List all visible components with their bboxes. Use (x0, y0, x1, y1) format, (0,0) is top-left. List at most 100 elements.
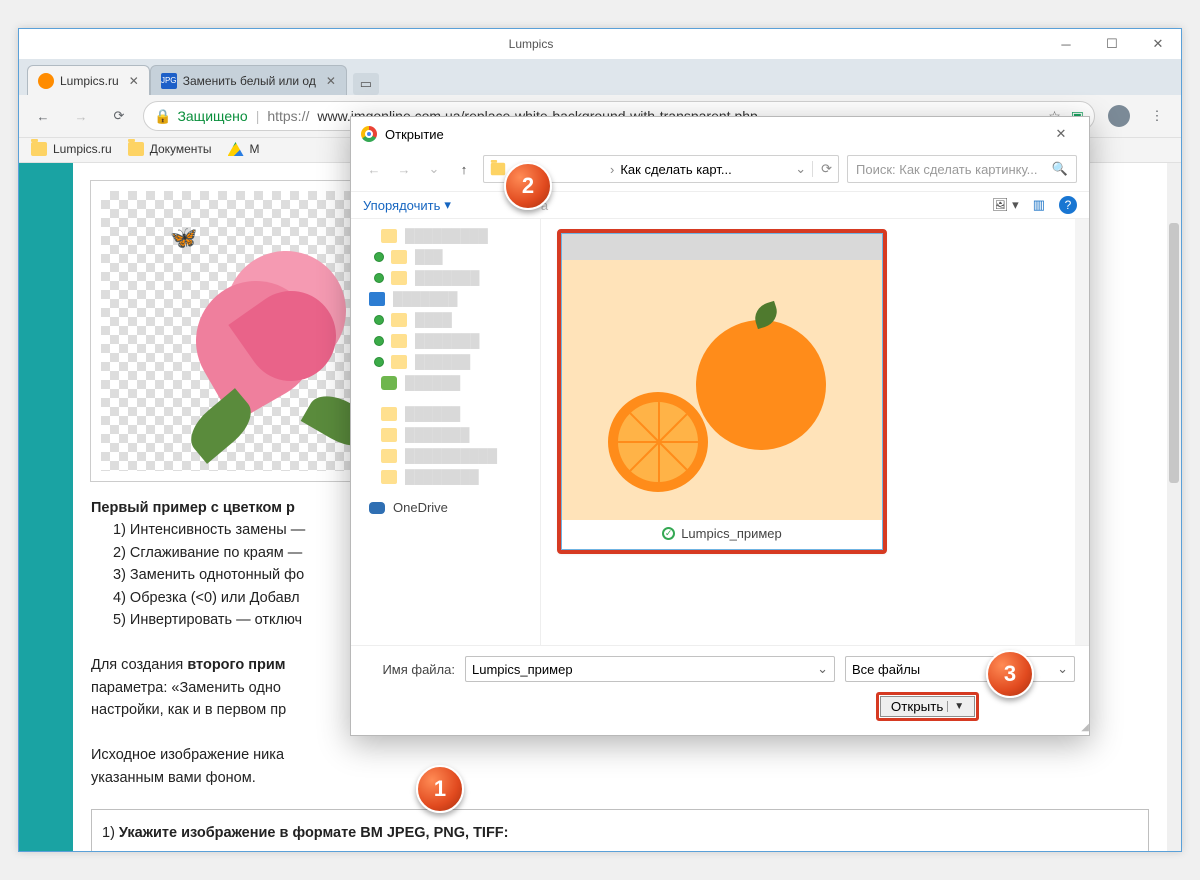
search-icon: 🔍 (1052, 161, 1068, 177)
tab-lumpics[interactable]: Lumpics.ru ✕ (27, 65, 150, 95)
folder-icon (381, 428, 397, 442)
sync-ok-icon (375, 358, 383, 366)
dialog-footer: Имя файла: Lumpics_пример ⌄ Все файлы ⌄ … (351, 645, 1089, 735)
nav-up-button[interactable]: ↑ (453, 162, 475, 177)
url-scheme: https:// (267, 108, 309, 124)
filelist-scrollbar[interactable] (1075, 219, 1089, 645)
file-name: Lumpics_пример (681, 526, 782, 541)
view-mode-button[interactable]: 🖼 ▾ (992, 197, 1019, 213)
file-item[interactable]: ✓ Lumpics_пример (561, 233, 883, 550)
bookmark-label: М (250, 142, 260, 156)
scroll-thumb[interactable] (1169, 223, 1179, 483)
filename-input[interactable]: Lumpics_пример ⌄ (465, 656, 835, 682)
dialog-titlebar: Открытие ✕ (351, 117, 1089, 151)
file-selection-highlight: ✓ Lumpics_пример (557, 229, 887, 554)
preview-pane-button[interactable]: ▥ (1033, 197, 1045, 213)
profile-avatar[interactable] (1105, 102, 1133, 130)
filetype-select[interactable]: Все файлы ⌄ (845, 656, 1075, 682)
search-placeholder: Поиск: Как сделать картинку... (856, 162, 1046, 177)
contact-icon (381, 376, 397, 390)
refresh-icon[interactable]: ⟳ (812, 161, 832, 177)
tab-close-icon[interactable]: ✕ (129, 74, 139, 88)
chevron-right-icon: › (610, 162, 614, 177)
orange-half-illustration (608, 392, 708, 492)
folder-icon (391, 271, 407, 285)
bookmark-lumpics[interactable]: Lumpics.ru (31, 142, 112, 156)
window-title: Lumpics (19, 37, 1043, 51)
tree-onedrive[interactable]: OneDrive (351, 497, 540, 518)
folder-icon (391, 250, 407, 264)
folder-tree[interactable]: █████████ ███ ███████ ███████ ████ █████… (351, 219, 541, 645)
orange-icon (38, 73, 54, 89)
step-badge-3: 3 (986, 650, 1034, 698)
lock-icon: 🔒 (154, 108, 171, 125)
dialog-title: Открытие (385, 127, 444, 142)
step-badge-2: 2 (504, 162, 552, 210)
chevron-down-icon[interactable]: ⌄ (1057, 661, 1068, 677)
window-close-button[interactable]: ✕ (1135, 29, 1181, 59)
dialog-close-button[interactable]: ✕ (1043, 126, 1079, 142)
forward-button[interactable]: → (67, 102, 95, 130)
help-icon[interactable]: ? (1059, 196, 1077, 214)
tab-label: Lumpics.ru (60, 74, 119, 88)
nav-forward-button[interactable]: → (393, 162, 415, 177)
bookmark-gdrive[interactable]: М (228, 142, 260, 156)
back-button[interactable]: ← (29, 102, 57, 130)
dialog-search-input[interactable]: Поиск: Как сделать картинку... 🔍 (847, 155, 1077, 183)
folder-icon (491, 163, 505, 176)
bookmark-label: Документы (150, 142, 212, 156)
page-scrollbar[interactable] (1167, 163, 1181, 851)
dropbox-icon (369, 292, 385, 306)
folder-icon (128, 142, 144, 156)
upload-caption: 1) Укажите изображение в формате BM JPEG… (102, 822, 1138, 844)
dialog-toolbar: Упорядочить▾ а 🖼 ▾ ▥ ? (351, 191, 1089, 219)
new-tab-button[interactable]: ▭ (353, 73, 379, 95)
window-titlebar: Lumpics ─ ☐ ✕ (19, 29, 1181, 59)
orange-illustration (696, 320, 826, 450)
sync-ok-icon (375, 316, 383, 324)
resize-grip[interactable]: ◢ (1081, 722, 1087, 733)
organize-menu[interactable]: Упорядочить▾ (363, 197, 451, 213)
folder-icon (31, 142, 47, 156)
filetype-value: Все файлы (852, 662, 920, 677)
window-minimize-button[interactable]: ─ (1043, 29, 1089, 59)
sync-ok-icon (375, 253, 383, 261)
folder-icon (381, 229, 397, 243)
chevron-down-icon[interactable]: ⌄ (795, 161, 806, 177)
open-button-highlight: Открыть▼ (876, 692, 979, 721)
tab-close-icon[interactable]: ✕ (326, 74, 336, 88)
folder-icon (391, 334, 407, 348)
step-badge-1: 1 (416, 765, 464, 813)
folder-icon (391, 355, 407, 369)
chevron-down-icon: ▾ (444, 197, 451, 213)
nav-back-button[interactable]: ← (363, 162, 385, 177)
tree-label: OneDrive (393, 500, 448, 515)
upload-section: 1) Укажите изображение в формате BM JPEG… (91, 809, 1149, 851)
nav-recent-button[interactable]: ⌄ (423, 161, 445, 177)
folder-icon (381, 470, 397, 484)
folder-icon (391, 313, 407, 327)
sync-ok-icon (375, 337, 383, 345)
bookmark-documents[interactable]: Документы (128, 142, 212, 156)
paragraph-3: Исходное изображение ника (91, 744, 1149, 766)
chevron-down-icon[interactable]: ⌄ (817, 661, 828, 677)
reload-button[interactable]: ⟳ (105, 102, 133, 130)
folder-icon (381, 407, 397, 421)
open-button[interactable]: Открыть▼ (880, 696, 975, 717)
file-list[interactable]: ✓ Lumpics_пример (541, 219, 1089, 645)
tab-strip: Lumpics.ru ✕ JPG Заменить белый или од ✕… (19, 59, 1181, 95)
chrome-icon (361, 126, 377, 142)
gdrive-icon (228, 142, 244, 156)
sync-ok-icon (375, 274, 383, 282)
butterfly-icon: 🦋 (170, 225, 197, 251)
tab-imgonline[interactable]: JPG Заменить белый или од ✕ (150, 65, 347, 95)
chevron-down-icon[interactable]: ▼ (947, 701, 964, 712)
window-maximize-button[interactable]: ☐ (1089, 29, 1135, 59)
file-thumbnail (562, 260, 882, 520)
menu-button[interactable]: ⋮ (1143, 102, 1171, 130)
tab-label: Заменить белый или од (183, 74, 316, 88)
file-open-dialog: Открытие ✕ ← → ⌄ ↑ › spacer spacer › Как… (350, 116, 1090, 736)
paragraph-3b: указанным вами фоном. (91, 767, 1149, 789)
dialog-navigation: ← → ⌄ ↑ › spacer spacer › Как сделать ка… (351, 151, 1089, 191)
secure-label: Защищено (177, 108, 247, 124)
